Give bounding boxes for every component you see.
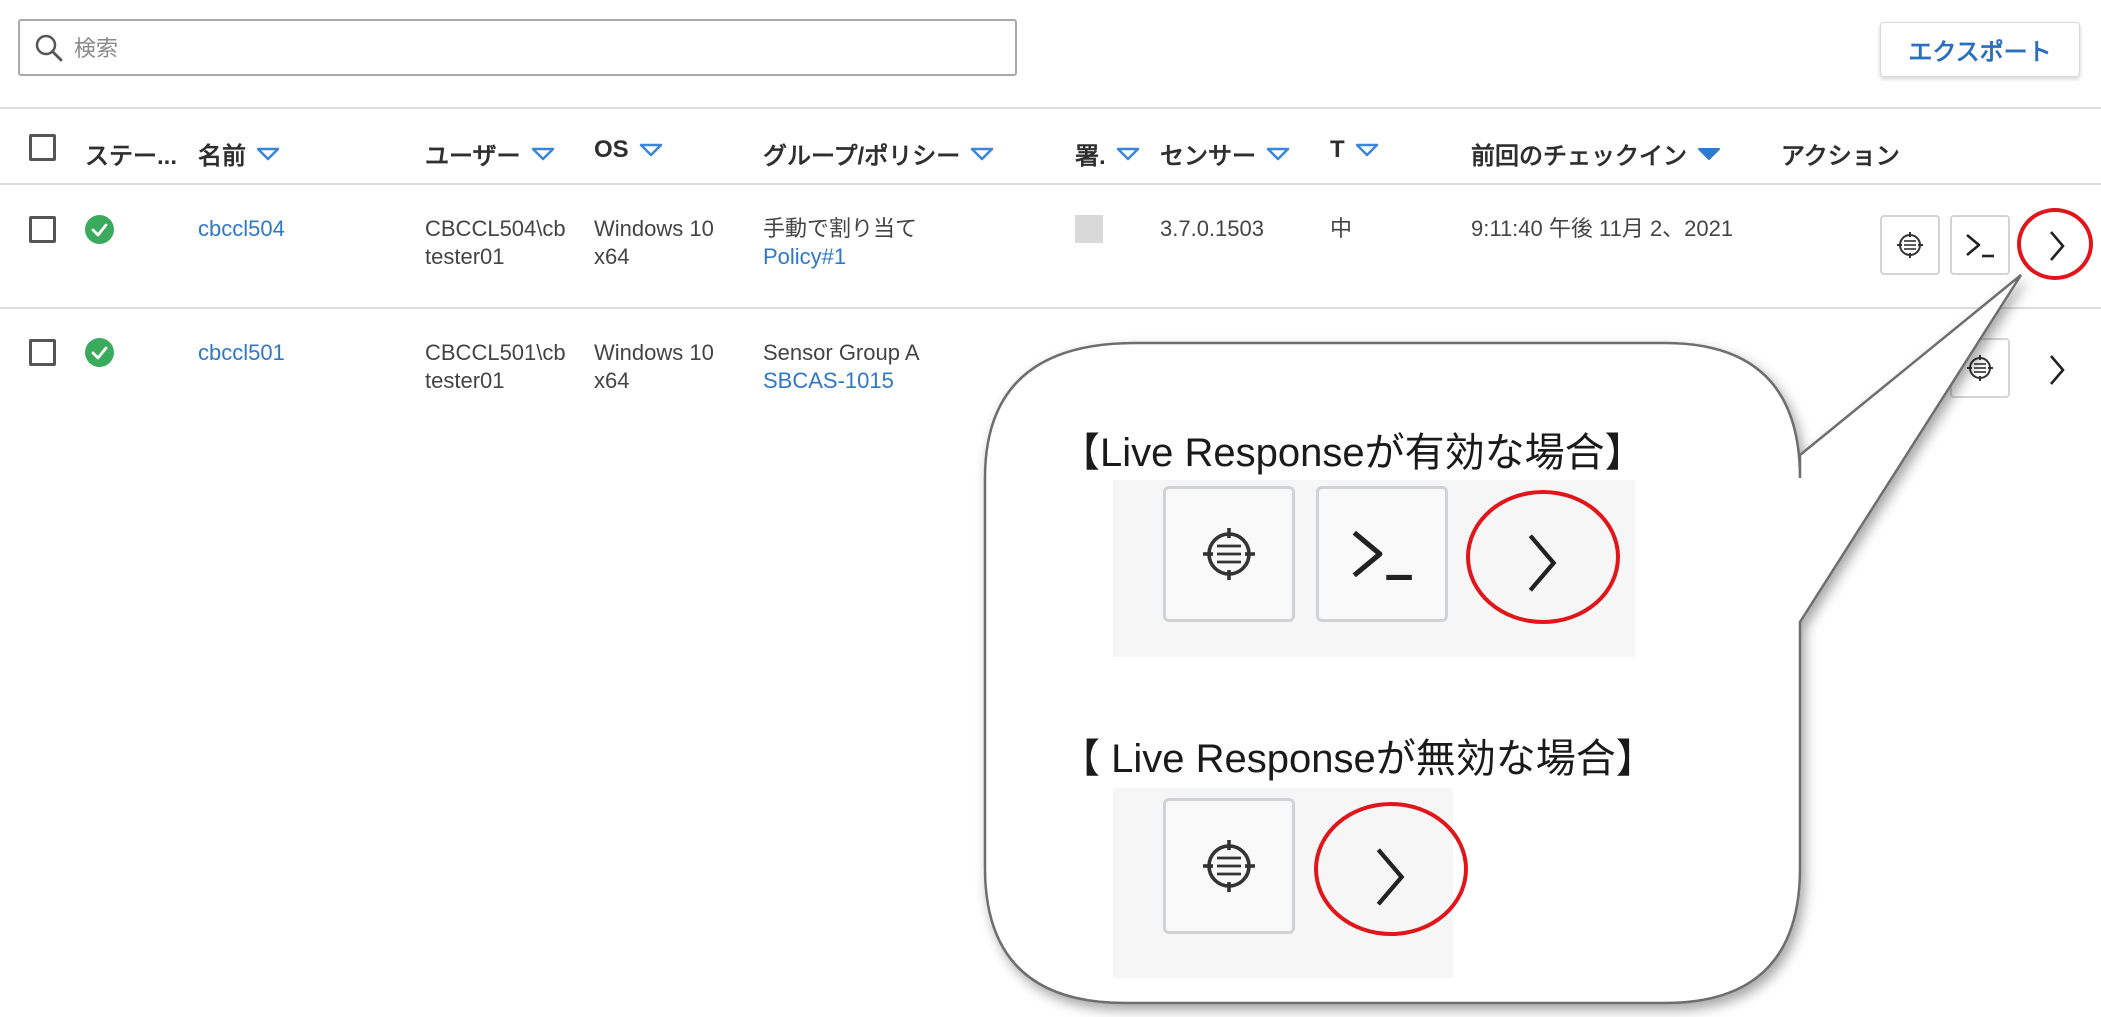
zoom-live-query-button — [1163, 486, 1295, 622]
disabled-case-title: 【 Live Responseが無効な場合】 — [1060, 737, 1656, 781]
enabled-case-title: 【Live Responseが有効な場合】 — [1060, 431, 1645, 475]
zoom-terminal-button — [1316, 486, 1448, 622]
highlight-ring — [1314, 802, 1468, 936]
crosshair-target-icon — [1203, 840, 1255, 892]
highlight-ring — [1466, 490, 1620, 624]
callout-bubble — [983, 274, 2023, 1005]
disabled-buttons-zoom — [1113, 788, 1468, 978]
zoom-live-query-button — [1163, 798, 1295, 934]
enabled-buttons-zoom — [1113, 480, 1635, 657]
crosshair-target-icon — [1203, 528, 1255, 580]
terminal-prompt-icon — [1352, 530, 1412, 581]
